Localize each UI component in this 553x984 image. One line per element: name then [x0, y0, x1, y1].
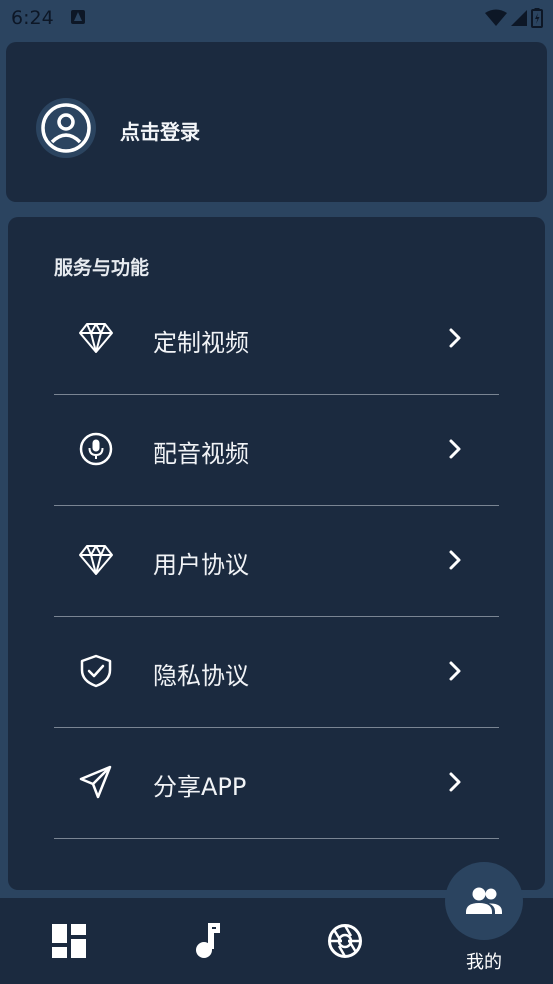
services-card: 服务与功能 定制视频 配音视频 用户协议 隐私协议 分享APP — [8, 217, 545, 890]
nav-item-home[interactable] — [30, 898, 108, 984]
menu-item-label: 分享APP — [153, 773, 247, 801]
nav-item-mine[interactable] — [445, 862, 523, 940]
user-circle-icon — [41, 103, 91, 153]
status-bar: 6:24 — [0, 0, 553, 36]
signal-icon — [511, 10, 527, 26]
menu-item-label: 定制视频 — [153, 329, 249, 357]
menu-item-dubbing-video[interactable]: 配音视频 — [54, 395, 499, 506]
menu-item-label: 配音视频 — [153, 440, 249, 468]
menu-item-custom-video[interactable]: 定制视频 — [54, 284, 499, 395]
login-label[interactable]: 点击登录 — [120, 116, 200, 145]
aperture-icon — [328, 924, 362, 958]
chevron-right-icon — [449, 661, 461, 681]
music-note-icon — [196, 923, 220, 958]
menu-item-share-app[interactable]: 分享APP — [54, 728, 499, 839]
dashboard-icon — [52, 924, 86, 958]
nav-item-camera[interactable] — [306, 898, 384, 984]
menu-item-privacy-policy[interactable]: 隐私协议 — [54, 617, 499, 728]
diamond-icon — [78, 542, 114, 578]
chevron-right-icon — [449, 328, 461, 348]
diamond-icon — [78, 320, 114, 356]
nav-label-mine[interactable]: 我的 — [446, 948, 522, 974]
status-icons — [485, 8, 543, 28]
menu-item-user-agreement[interactable]: 用户协议 — [54, 506, 499, 617]
chevron-right-icon — [449, 439, 461, 459]
status-time: 6:24 — [11, 7, 54, 29]
chevron-right-icon — [449, 550, 461, 570]
send-icon — [78, 764, 114, 800]
section-title: 服务与功能 — [54, 257, 150, 279]
microphone-icon — [78, 431, 114, 467]
notification-icon — [71, 10, 85, 24]
battery-icon — [531, 8, 543, 28]
shield-check-icon — [78, 653, 114, 689]
nav-item-music[interactable] — [168, 898, 246, 984]
menu-item-label: 隐私协议 — [153, 662, 249, 690]
menu-item-label: 用户协议 — [153, 551, 249, 579]
menu-list: 定制视频 配音视频 用户协议 隐私协议 分享APP — [54, 284, 499, 839]
avatar[interactable] — [36, 98, 96, 158]
chevron-right-icon — [449, 772, 461, 792]
login-card[interactable]: 点击登录 — [6, 42, 547, 202]
wifi-icon — [485, 9, 507, 26]
people-icon — [466, 887, 502, 914]
